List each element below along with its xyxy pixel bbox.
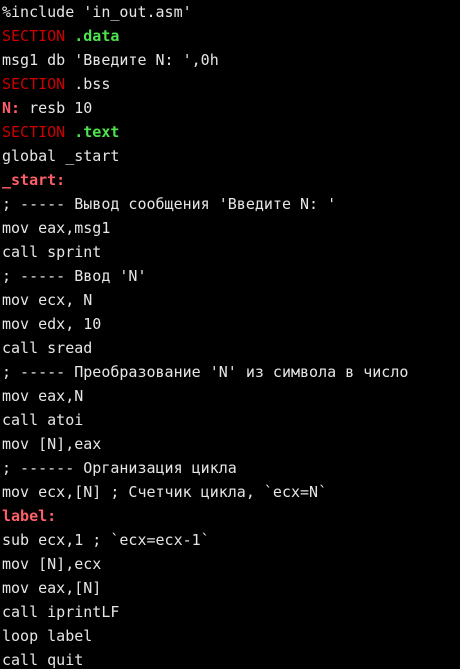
code-token: global _start (2, 147, 120, 165)
code-token: SECTION (2, 123, 66, 141)
code-line[interactable]: global _start (2, 144, 408, 168)
code-token: mov eax,[N] (2, 579, 102, 597)
code-token: ; ----- Вывод сообщения 'Введите N: ' (2, 195, 337, 213)
code-token: mov eax,N (2, 387, 84, 405)
code-line[interactable]: mov ecx,[N] ; Счетчик цикла, `ecx=N` (2, 480, 408, 504)
code-line[interactable]: N: resb 10 (2, 96, 408, 120)
code-line[interactable]: mov eax,msg1 (2, 216, 408, 240)
code-line[interactable]: label: (2, 504, 408, 528)
code-token: call sprint (2, 243, 102, 261)
code-line[interactable]: mov ecx, N (2, 288, 408, 312)
code-line[interactable]: call sread (2, 336, 408, 360)
code-token: SECTION (2, 75, 66, 93)
code-line[interactable]: mov [N],ecx (2, 552, 408, 576)
code-line[interactable]: sub ecx,1 ; `ecx=ecx-1` (2, 528, 408, 552)
code-line[interactable]: call atoi (2, 408, 408, 432)
code-token: label: (2, 507, 57, 525)
code-line[interactable]: SECTION .bss (2, 72, 408, 96)
code-token: N: (2, 99, 21, 117)
code-token: mov edx, 10 (2, 315, 102, 333)
code-token: mov [N],eax (2, 435, 102, 453)
code-token: loop label (2, 627, 93, 645)
code-token: .text (74, 123, 120, 141)
code-token: mov [N],ecx (2, 555, 102, 573)
code-line[interactable]: ; ------ Организация цикла (2, 456, 408, 480)
code-token: .bss (65, 75, 111, 93)
code-line[interactable]: SECTION .text (2, 120, 408, 144)
code-token: SECTION (2, 27, 66, 45)
code-line[interactable]: msg1 db 'Введите N: ',0h (2, 48, 408, 72)
code-line[interactable]: mov eax,N (2, 384, 408, 408)
code-token: %include 'in_out.asm' (2, 3, 192, 21)
code-line[interactable]: mov edx, 10 (2, 312, 408, 336)
code-line[interactable]: SECTION .data (2, 24, 408, 48)
code-line[interactable]: ; ----- Преобразование 'N' из символа в … (2, 360, 408, 384)
code-line[interactable]: loop label (2, 624, 408, 648)
code-editor[interactable]: %include 'in_out.asm' SECTION .data msg1 d… (0, 0, 460, 669)
code-token: call quit (2, 651, 84, 669)
code-token: call iprintLF (2, 603, 120, 621)
code-line[interactable]: mov eax,[N] (2, 576, 408, 600)
code-line[interactable]: mov [N],eax (2, 432, 408, 456)
code-line[interactable]: call sprint (2, 240, 408, 264)
code-line[interactable]: ; ----- Ввод 'N' (2, 264, 408, 288)
code-token: sub ecx,1 ; `ecx=ecx-1` (2, 531, 210, 549)
code-token: ; ------ Организация цикла (2, 459, 237, 477)
code-lines: %include 'in_out.asm' SECTION .data msg1 d… (2, 0, 408, 669)
code-token: msg1 db 'Введите N: ',0h (2, 51, 219, 69)
code-token: _start: (2, 171, 66, 189)
code-line[interactable]: call iprintLF (2, 600, 408, 624)
code-token: ; ----- Преобразование 'N' из символа в … (2, 363, 409, 381)
code-token: .data (74, 27, 120, 45)
code-token: mov eax,msg1 (2, 219, 111, 237)
code-line[interactable]: call quit (2, 648, 408, 669)
code-token: ; ----- Ввод 'N' (2, 267, 147, 285)
code-token: mov ecx,[N] ; Счетчик цикла, `ecx=N` (2, 483, 328, 501)
code-token: resb 10 (20, 99, 93, 117)
code-line[interactable]: %include 'in_out.asm' (2, 0, 408, 24)
code-token: call sread (2, 339, 93, 357)
code-line[interactable]: _start: (2, 168, 408, 192)
code-token: mov ecx, N (2, 291, 93, 309)
code-line[interactable]: ; ----- Вывод сообщения 'Введите N: ' (2, 192, 408, 216)
code-token: call atoi (2, 411, 84, 429)
